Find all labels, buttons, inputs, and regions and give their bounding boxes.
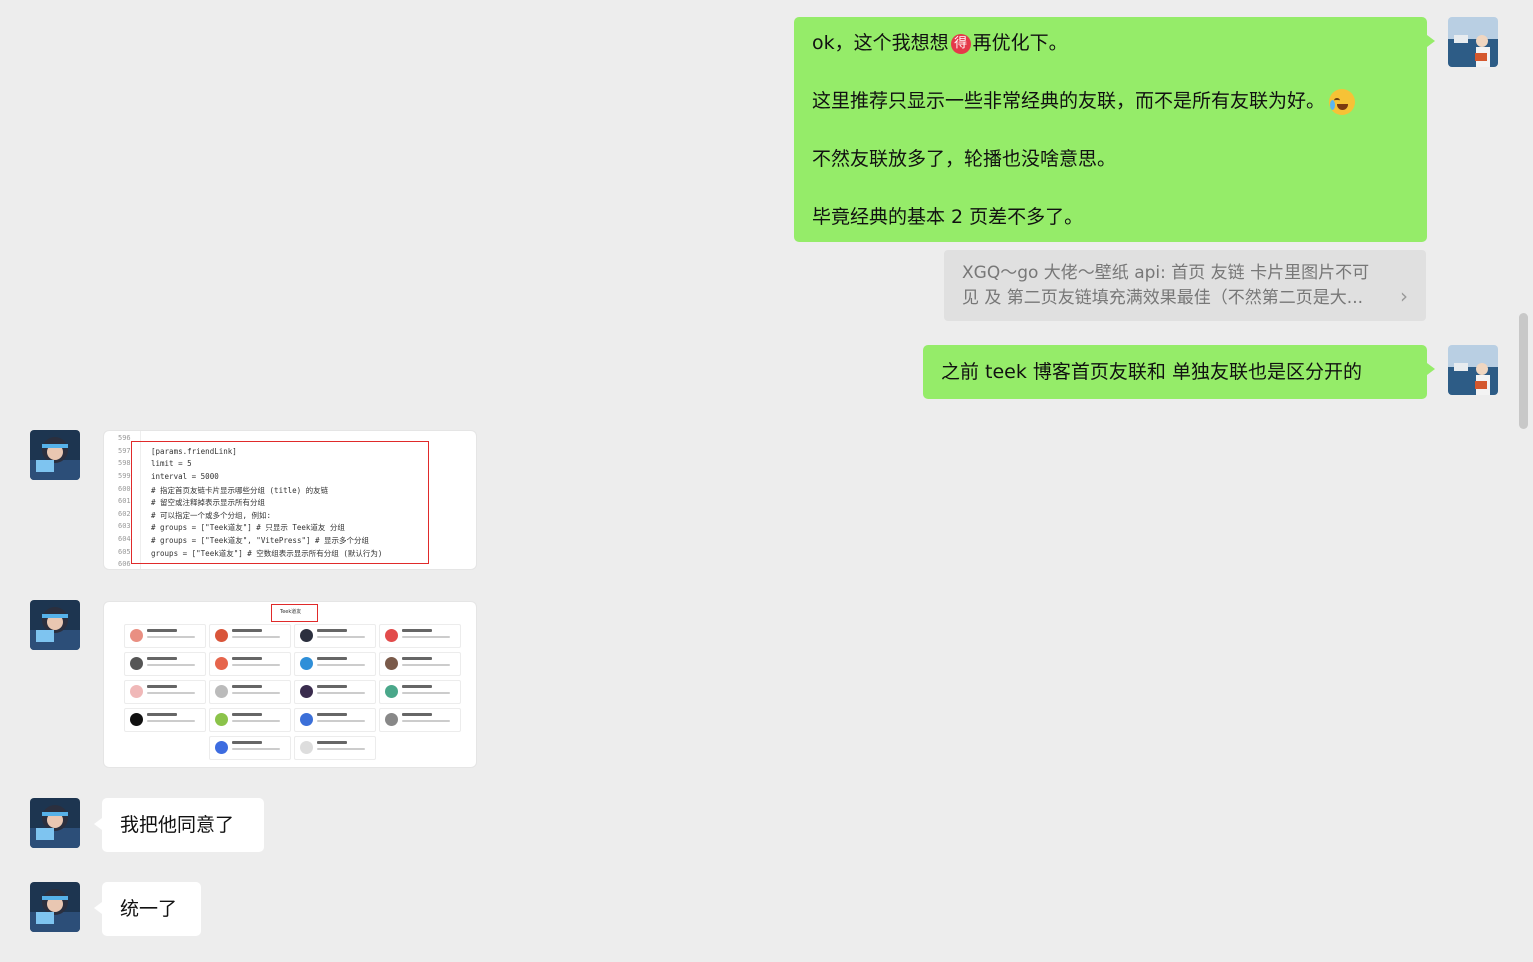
message-text: ok，这个我想想 — [812, 32, 949, 54]
highlight-box — [131, 441, 429, 564]
message-text: 再优化下。 — [972, 32, 1068, 54]
message-text: 毕竟经典的基本 2 页差不多了。 — [812, 206, 1084, 228]
link-card — [124, 652, 206, 676]
message-text: 之前 teek 博客首页友联和 单独友联也是区分开的 — [941, 361, 1362, 383]
code-screenshot-image[interactable]: 596 597 598 599 600 601 602 603 604 605 … — [103, 430, 477, 570]
chat-scrollbar[interactable] — [1519, 313, 1528, 429]
link-card — [294, 680, 376, 704]
friend-links-screenshot-image[interactable]: Teek道友 — [103, 601, 477, 768]
link-card — [124, 624, 206, 648]
message-bubble-self[interactable]: 之前 teek 博客首页友联和 单独友联也是区分开的 — [923, 345, 1435, 399]
quoted-message[interactable]: XGQ～go 大佬～壁纸 api: 首页 友链 卡片里图片不可 见 及 第二页友… — [944, 250, 1426, 321]
line-number: 598 — [118, 459, 131, 467]
grid-title: Teek道友 — [280, 609, 302, 615]
line-number: 602 — [118, 510, 131, 518]
link-card — [209, 708, 291, 732]
link-card — [294, 736, 376, 760]
message-bubble-contact[interactable]: 统一了 — [94, 882, 201, 936]
message-text: 统一了 — [120, 898, 178, 920]
crying-laughing-emoji-icon — [1329, 88, 1356, 115]
line-number: 604 — [118, 535, 131, 543]
message-text: 我把他同意了 — [120, 814, 235, 836]
contact-avatar[interactable] — [30, 798, 80, 848]
message-text: 这里推荐只显示一些非常经典的友联，而不是所有友联为好。 — [812, 90, 1326, 112]
message-bubble-contact[interactable]: 我把他同意了 — [94, 798, 264, 852]
line-number: 606 — [118, 560, 131, 568]
link-card — [209, 652, 291, 676]
de-emoji-icon: 得 — [950, 33, 971, 54]
self-avatar[interactable] — [1448, 17, 1498, 67]
message-text: 不然友联放多了，轮播也没啥意思。 — [812, 148, 1117, 170]
link-card — [124, 708, 206, 732]
line-number: 605 — [118, 548, 131, 556]
link-card — [379, 680, 461, 704]
quote-text-line: 见 及 第二页友链填充满效果最佳（不然第二页是大... — [962, 288, 1364, 308]
line-number: 601 — [118, 497, 131, 505]
quote-text-line: XGQ～go 大佬～壁纸 api: 首页 友链 卡片里图片不可 — [962, 263, 1370, 283]
link-card — [379, 624, 461, 648]
link-card — [294, 624, 376, 648]
line-number: 597 — [118, 447, 131, 455]
link-card — [379, 652, 461, 676]
contact-avatar[interactable] — [30, 430, 80, 480]
line-number: 599 — [118, 472, 131, 480]
link-card — [209, 680, 291, 704]
chevron-right-icon: › — [1400, 284, 1408, 308]
contact-avatar[interactable] — [30, 882, 80, 932]
message-bubble-self[interactable]: ok，这个我想想得再优化下。 这里推荐只显示一些非常经典的友联，而不是所有友联为… — [794, 17, 1435, 242]
link-card — [124, 680, 206, 704]
self-avatar[interactable] — [1448, 345, 1498, 395]
line-number: 603 — [118, 522, 131, 530]
contact-avatar[interactable] — [30, 600, 80, 650]
line-number: 600 — [118, 485, 131, 493]
link-card — [294, 652, 376, 676]
line-number: 596 — [118, 434, 131, 442]
link-card — [209, 736, 291, 760]
link-card — [294, 708, 376, 732]
link-card — [209, 624, 291, 648]
link-card — [379, 708, 461, 732]
